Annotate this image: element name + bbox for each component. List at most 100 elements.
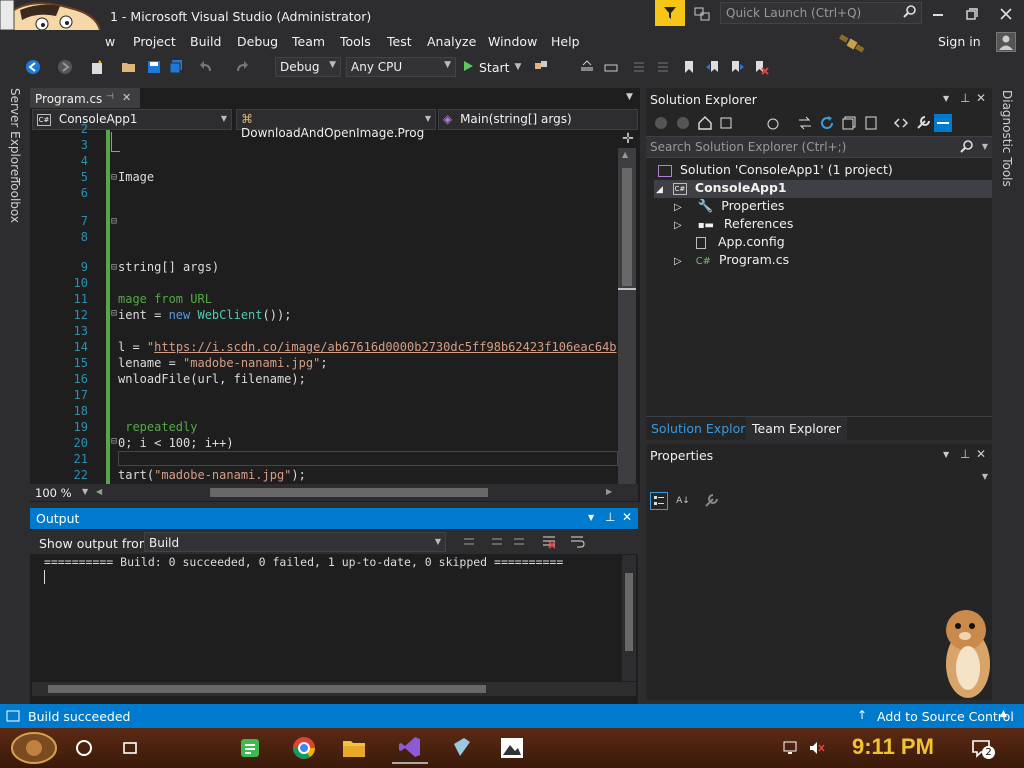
menu-item-analyze[interactable]: Analyze xyxy=(427,34,476,49)
categorized-icon[interactable] xyxy=(650,492,668,510)
chevron-down-icon[interactable]: ▼ xyxy=(943,450,949,459)
pending-changes-filter-icon[interactable] xyxy=(764,114,782,132)
split-editor-icon[interactable]: ✛ xyxy=(620,131,636,147)
tree-item-app-config[interactable]: App.config xyxy=(696,234,785,252)
sign-in-link[interactable]: Sign in xyxy=(938,34,981,49)
solution-search-input[interactable]: Search Solution Explorer (Ctrl+;) ▼ xyxy=(646,136,992,158)
collapse-outline-icon[interactable] xyxy=(111,132,120,152)
network-icon[interactable] xyxy=(780,732,802,764)
output-vertical-scrollbar[interactable] xyxy=(622,555,636,681)
close-icon[interactable]: ✕ xyxy=(122,91,131,104)
nav-member-select[interactable]: ◈ Main(string[] args) xyxy=(438,109,638,130)
filter-icon[interactable] xyxy=(655,0,685,26)
tree-item-references[interactable]: ▷ ▪▬ References xyxy=(674,216,793,234)
property-pages-icon[interactable] xyxy=(702,492,720,510)
expanded-arrow-icon[interactable]: ◢ xyxy=(656,185,663,195)
chevron-down-icon[interactable]: ▼ xyxy=(943,94,949,103)
tree-item-properties[interactable]: ▷ 🔧 Properties xyxy=(674,198,784,216)
pin-icon[interactable]: ⊥ xyxy=(960,91,970,105)
pin-icon[interactable]: ⊥ xyxy=(605,510,615,524)
menu-item-tools[interactable]: Tools xyxy=(340,34,371,49)
step-into-icon[interactable] xyxy=(602,58,620,76)
start-button[interactable]: Start ▼ xyxy=(462,58,521,76)
uncomment-icon[interactable] xyxy=(654,58,672,76)
volume-muted-icon[interactable] xyxy=(806,732,828,764)
clear-all-icon[interactable] xyxy=(540,533,558,551)
file-explorer-icon[interactable] xyxy=(336,732,372,764)
photos-icon[interactable] xyxy=(494,732,530,764)
chevron-down-icon[interactable]: ▼ xyxy=(982,142,988,151)
tab-overflow-icon[interactable]: ▼ xyxy=(626,92,633,102)
account-icon[interactable] xyxy=(996,32,1016,52)
collapsed-arrow-icon[interactable]: ▷ xyxy=(674,256,682,267)
collapse-all-icon[interactable] xyxy=(840,114,858,132)
code-text-area[interactable]: ⊟ ⊟ ⊟ ⊟ ⊟ Image string[] args) mage from… xyxy=(88,130,618,484)
comment-icon[interactable] xyxy=(630,58,648,76)
prev-bookmark-icon[interactable] xyxy=(704,58,722,76)
pin-icon[interactable]: ⊣ xyxy=(106,92,114,102)
minimize-button[interactable] xyxy=(930,6,950,22)
visual-studio-icon[interactable] xyxy=(392,732,428,764)
collapse-outline-icon[interactable]: ⊟ xyxy=(111,436,117,447)
undo-icon[interactable] xyxy=(198,58,216,76)
refresh-icon[interactable] xyxy=(818,114,836,132)
editor-vertical-scrollbar[interactable]: ▲ xyxy=(618,148,636,484)
switch-views-icon[interactable] xyxy=(718,114,736,132)
chevron-down-icon[interactable]: ▼ xyxy=(82,487,88,496)
clear-bookmarks-icon[interactable] xyxy=(752,58,770,76)
save-all-icon[interactable] xyxy=(167,58,185,76)
tab-team-explorer[interactable]: Team Explorer xyxy=(746,417,848,440)
restore-button[interactable] xyxy=(964,6,984,22)
output-window-icon[interactable] xyxy=(6,709,20,726)
browser-link-icon[interactable] xyxy=(532,58,550,76)
search-circle-icon[interactable] xyxy=(66,732,102,764)
chevron-down-icon[interactable]: ▼ xyxy=(588,513,594,522)
scrollbar-thumb[interactable] xyxy=(48,685,486,693)
preview-selected-items-icon[interactable] xyxy=(934,114,952,132)
sync-icon[interactable] xyxy=(796,114,814,132)
add-to-source-control[interactable]: Add to Source Control xyxy=(877,709,1014,724)
solution-configuration-select[interactable]: Debug ▼ xyxy=(275,57,341,77)
go-to-previous-message-icon[interactable] xyxy=(460,533,478,551)
properties-wrench-icon[interactable] xyxy=(914,114,932,132)
notes-app-icon[interactable] xyxy=(232,732,268,764)
solution-node[interactable]: Solution 'ConsoleApp1' (1 project) xyxy=(658,162,893,180)
back-icon[interactable] xyxy=(652,114,670,132)
menu-item-build[interactable]: Build xyxy=(190,34,221,49)
next-bookmark-icon[interactable] xyxy=(728,58,746,76)
scrollbar-thumb[interactable] xyxy=(622,168,632,286)
menu-item-project[interactable]: Project xyxy=(133,34,176,49)
back-icon[interactable] xyxy=(24,58,42,76)
tab-program-cs[interactable]: Program.cs ⊣ ✕ xyxy=(30,88,140,108)
step-over-icon[interactable] xyxy=(578,58,596,76)
collapsed-arrow-icon[interactable]: ▷ xyxy=(674,202,682,213)
collapse-outline-icon[interactable]: ⊟ xyxy=(111,216,117,227)
close-icon[interactable]: ✕ xyxy=(976,91,986,105)
zoom-level[interactable]: 100 % xyxy=(35,486,72,500)
collapse-outline-icon[interactable]: ⊟ xyxy=(111,262,117,273)
server-explorer-tab[interactable]: Server Explorer xyxy=(8,88,22,181)
3d-builder-icon[interactable] xyxy=(444,732,480,764)
forward-icon[interactable] xyxy=(56,58,74,76)
output-source-select[interactable]: Build ▼ xyxy=(144,532,446,552)
editor-horizontal-scrollbar[interactable]: 100 % ▼ ◀ ▶ xyxy=(30,484,638,501)
show-all-files-icon[interactable] xyxy=(862,114,880,132)
solution-platform-select[interactable]: Any CPU ▼ xyxy=(346,57,456,77)
new-project-icon[interactable] xyxy=(88,58,106,76)
menu-item-test[interactable]: Test xyxy=(387,34,412,49)
scrollbar-thumb[interactable] xyxy=(210,488,488,497)
toolbox-tab[interactable]: Toolbox xyxy=(8,178,22,223)
menu-item-window[interactable]: Window xyxy=(488,34,537,49)
redo-icon[interactable] xyxy=(232,58,250,76)
chrome-icon[interactable] xyxy=(286,732,322,764)
project-node[interactable]: ◢ C# ConsoleApp1 xyxy=(654,180,992,198)
task-view-icon[interactable] xyxy=(112,732,148,764)
alphabetical-icon[interactable]: A↓ xyxy=(674,492,692,510)
home-icon[interactable] xyxy=(696,114,714,132)
feedback-icon[interactable] xyxy=(693,5,711,23)
go-to-next-message-icon[interactable] xyxy=(510,533,528,551)
scrollbar-thumb[interactable] xyxy=(625,573,633,651)
collapsed-arrow-icon[interactable]: ▷ xyxy=(674,220,682,231)
menu-item-help[interactable]: Help xyxy=(551,34,580,49)
clock-time[interactable]: 9:11 PM xyxy=(852,734,934,760)
